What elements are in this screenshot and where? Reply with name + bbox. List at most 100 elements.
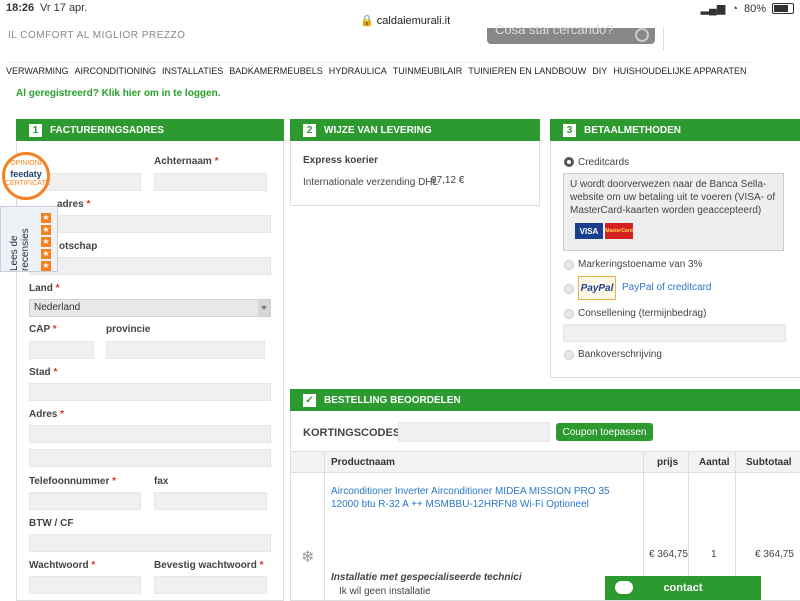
wifi-icon: ◔ bbox=[731, 2, 738, 15]
item-subtotal: € 364,75 bbox=[755, 549, 794, 560]
col-qty: Aantal bbox=[699, 457, 730, 468]
date: Vr 17 apr. bbox=[40, 2, 88, 14]
country-value: Nederland bbox=[34, 302, 81, 313]
star-icon: ★ bbox=[41, 213, 51, 223]
billing-title: FACTURERINGSADRES bbox=[50, 124, 164, 136]
status-bar: 18:26 Vr 17 apr. 🔒 caldaiemurali.it ▂▄▆ … bbox=[0, 0, 800, 27]
province-input[interactable] bbox=[106, 341, 265, 359]
order-title: BESTELLING BEOORDELEN bbox=[324, 394, 461, 406]
url-text: caldaiemurali.it bbox=[376, 15, 451, 27]
nav-item-badkamermeubels[interactable]: BADKAMERMEUBELS bbox=[229, 66, 323, 76]
col-product: Productnaam bbox=[331, 457, 395, 468]
payment-panel: 3 BETAALMETHODEN Creditcards U wordt doo… bbox=[550, 119, 800, 378]
tagline: IL COMFORT AL MIGLIOR PREZZO bbox=[8, 30, 186, 41]
nav-item-installaties[interactable]: INSTALLATIES bbox=[162, 66, 223, 76]
divider bbox=[324, 451, 325, 600]
chat-icon bbox=[615, 581, 633, 594]
city-input[interactable] bbox=[29, 383, 271, 401]
address2-input[interactable] bbox=[29, 449, 271, 467]
star-icon: ★ bbox=[41, 225, 51, 235]
paypal-link[interactable]: PayPal of creditcard bbox=[622, 282, 712, 293]
nav-item-huishoudelijke[interactable]: HUISHOUDELIJKE APPARATEN bbox=[613, 66, 746, 76]
product-image[interactable]: ❄ bbox=[301, 547, 314, 567]
creditcards-radio[interactable] bbox=[564, 157, 574, 167]
country-select[interactable]: Nederland bbox=[29, 299, 271, 317]
col-price: prijs bbox=[657, 457, 679, 468]
star-icon: ★ bbox=[41, 237, 51, 247]
payment-title: BETAALMETHODEN bbox=[584, 124, 682, 136]
order-header: ✓ BESTELLING BEOORDELEN bbox=[290, 389, 800, 411]
paypal-radio[interactable] bbox=[564, 284, 574, 294]
consellening-input[interactable] bbox=[563, 324, 786, 342]
telefoon-label: Telefoonnummer * bbox=[29, 476, 117, 487]
adres-label: Adres * bbox=[29, 409, 65, 420]
delivery-desc: Internationale verzending DHL bbox=[303, 177, 439, 188]
payment-header: 3 BETAALMETHODEN bbox=[550, 119, 800, 141]
bank-radio[interactable] bbox=[564, 350, 574, 360]
consellening-label[interactable]: Consellening (termijnbedrag) bbox=[578, 308, 706, 319]
clock: 18:26 bbox=[6, 2, 35, 14]
consellening-radio[interactable] bbox=[564, 309, 574, 319]
nav-item-tuinmeubilair[interactable]: TUINMEUBILAIR bbox=[393, 66, 463, 76]
contact-button[interactable]: contact bbox=[605, 576, 761, 600]
divider bbox=[663, 28, 664, 50]
nav-item-hydraulica[interactable]: HYDRAULICA bbox=[329, 66, 387, 76]
url-bar[interactable]: 🔒 caldaiemurali.it bbox=[360, 14, 450, 27]
creditcards-label[interactable]: Creditcards bbox=[578, 157, 629, 168]
visa-logo: VISA bbox=[575, 223, 603, 239]
markering-radio[interactable] bbox=[564, 260, 574, 270]
stad-label: Stad * bbox=[29, 367, 58, 378]
address-label: adres * bbox=[57, 199, 91, 210]
nav-item-diy[interactable]: DIY bbox=[592, 66, 607, 76]
btw-label: BTW / CF bbox=[29, 518, 74, 529]
chevron-down-icon bbox=[258, 300, 270, 316]
search-box[interactable]: Cosa stai cercando? bbox=[487, 22, 655, 44]
item-price: € 364,75 bbox=[649, 549, 688, 560]
col-subtotal: Subtotaal bbox=[746, 457, 792, 468]
coupon-input[interactable] bbox=[398, 422, 550, 442]
star-icon: ★ bbox=[41, 249, 51, 259]
address-input[interactable] bbox=[29, 425, 271, 443]
markering-label[interactable]: Markeringstoename van 3% bbox=[578, 259, 703, 270]
apply-coupon-button[interactable]: Coupon toepassen bbox=[556, 423, 653, 441]
contact-label: contact bbox=[663, 582, 703, 594]
delivery-method: Express koerier bbox=[303, 155, 379, 166]
cap-input[interactable] bbox=[29, 341, 94, 359]
paypal-logo: PayPal bbox=[578, 276, 616, 300]
vat-input[interactable] bbox=[29, 534, 271, 552]
product-link[interactable]: Airconditioner Inverter Airconditioner M… bbox=[331, 485, 639, 511]
last-name-input[interactable] bbox=[154, 173, 267, 191]
step-number: 2 bbox=[303, 123, 316, 137]
reviews-tab[interactable]: Lees de recensies ★ ★ ★ ★ ★ bbox=[0, 206, 58, 272]
email-input[interactable] bbox=[29, 215, 271, 233]
feedaty-widget[interactable]: OPINIONI feedaty CERTIFICATE Lees de rec… bbox=[0, 148, 58, 272]
nav-item-tuinieren[interactable]: TUINIEREN EN LANDBOUW bbox=[468, 66, 586, 76]
fax-input[interactable] bbox=[154, 492, 267, 510]
bank-label[interactable]: Bankoverschrijving bbox=[578, 349, 662, 360]
checkmark-icon: ✓ bbox=[303, 393, 316, 407]
mastercard-logo: MasterCard bbox=[605, 223, 633, 239]
status-icons: ▂▄▆ ◔ 80% bbox=[701, 2, 794, 15]
password-input[interactable] bbox=[29, 576, 141, 594]
install-title: Installatie met gespecialiseerde technic… bbox=[331, 572, 522, 583]
feedaty-logo: feedaty bbox=[10, 169, 42, 179]
install-option[interactable]: Ik wil geen installatie bbox=[339, 586, 431, 597]
feedaty-badge[interactable]: OPINIONI feedaty CERTIFICATE bbox=[2, 152, 50, 200]
nav-item-airconditioning[interactable]: AIRCONDITIONING bbox=[75, 66, 157, 76]
phone-input[interactable] bbox=[29, 492, 141, 510]
delivery-header: 2 WIJZE VAN LEVERING bbox=[290, 119, 540, 141]
fax-label: fax bbox=[154, 476, 169, 487]
provincie-label: provincie bbox=[106, 324, 151, 335]
delivery-panel: 2 WIJZE VAN LEVERING Express koerier Int… bbox=[290, 119, 540, 206]
wachtwoord-label: Wachtwoord * bbox=[29, 560, 96, 571]
login-link[interactable]: Al geregistreerd? Klik hier om in te log… bbox=[16, 88, 220, 99]
star-icon: ★ bbox=[41, 261, 51, 271]
search-input[interactable]: Cosa stai cercando? bbox=[495, 22, 614, 37]
battery-percent: 80% bbox=[743, 2, 766, 15]
search-icon[interactable] bbox=[635, 28, 649, 42]
confirm-password-input[interactable] bbox=[154, 576, 267, 594]
creditcards-info-text: U wordt doorverwezen naar de Banca Sella… bbox=[570, 179, 776, 216]
nav-item-verwarming[interactable]: VERWARMING bbox=[6, 66, 69, 76]
company-input[interactable] bbox=[29, 257, 271, 275]
item-qty: 1 bbox=[711, 549, 717, 560]
